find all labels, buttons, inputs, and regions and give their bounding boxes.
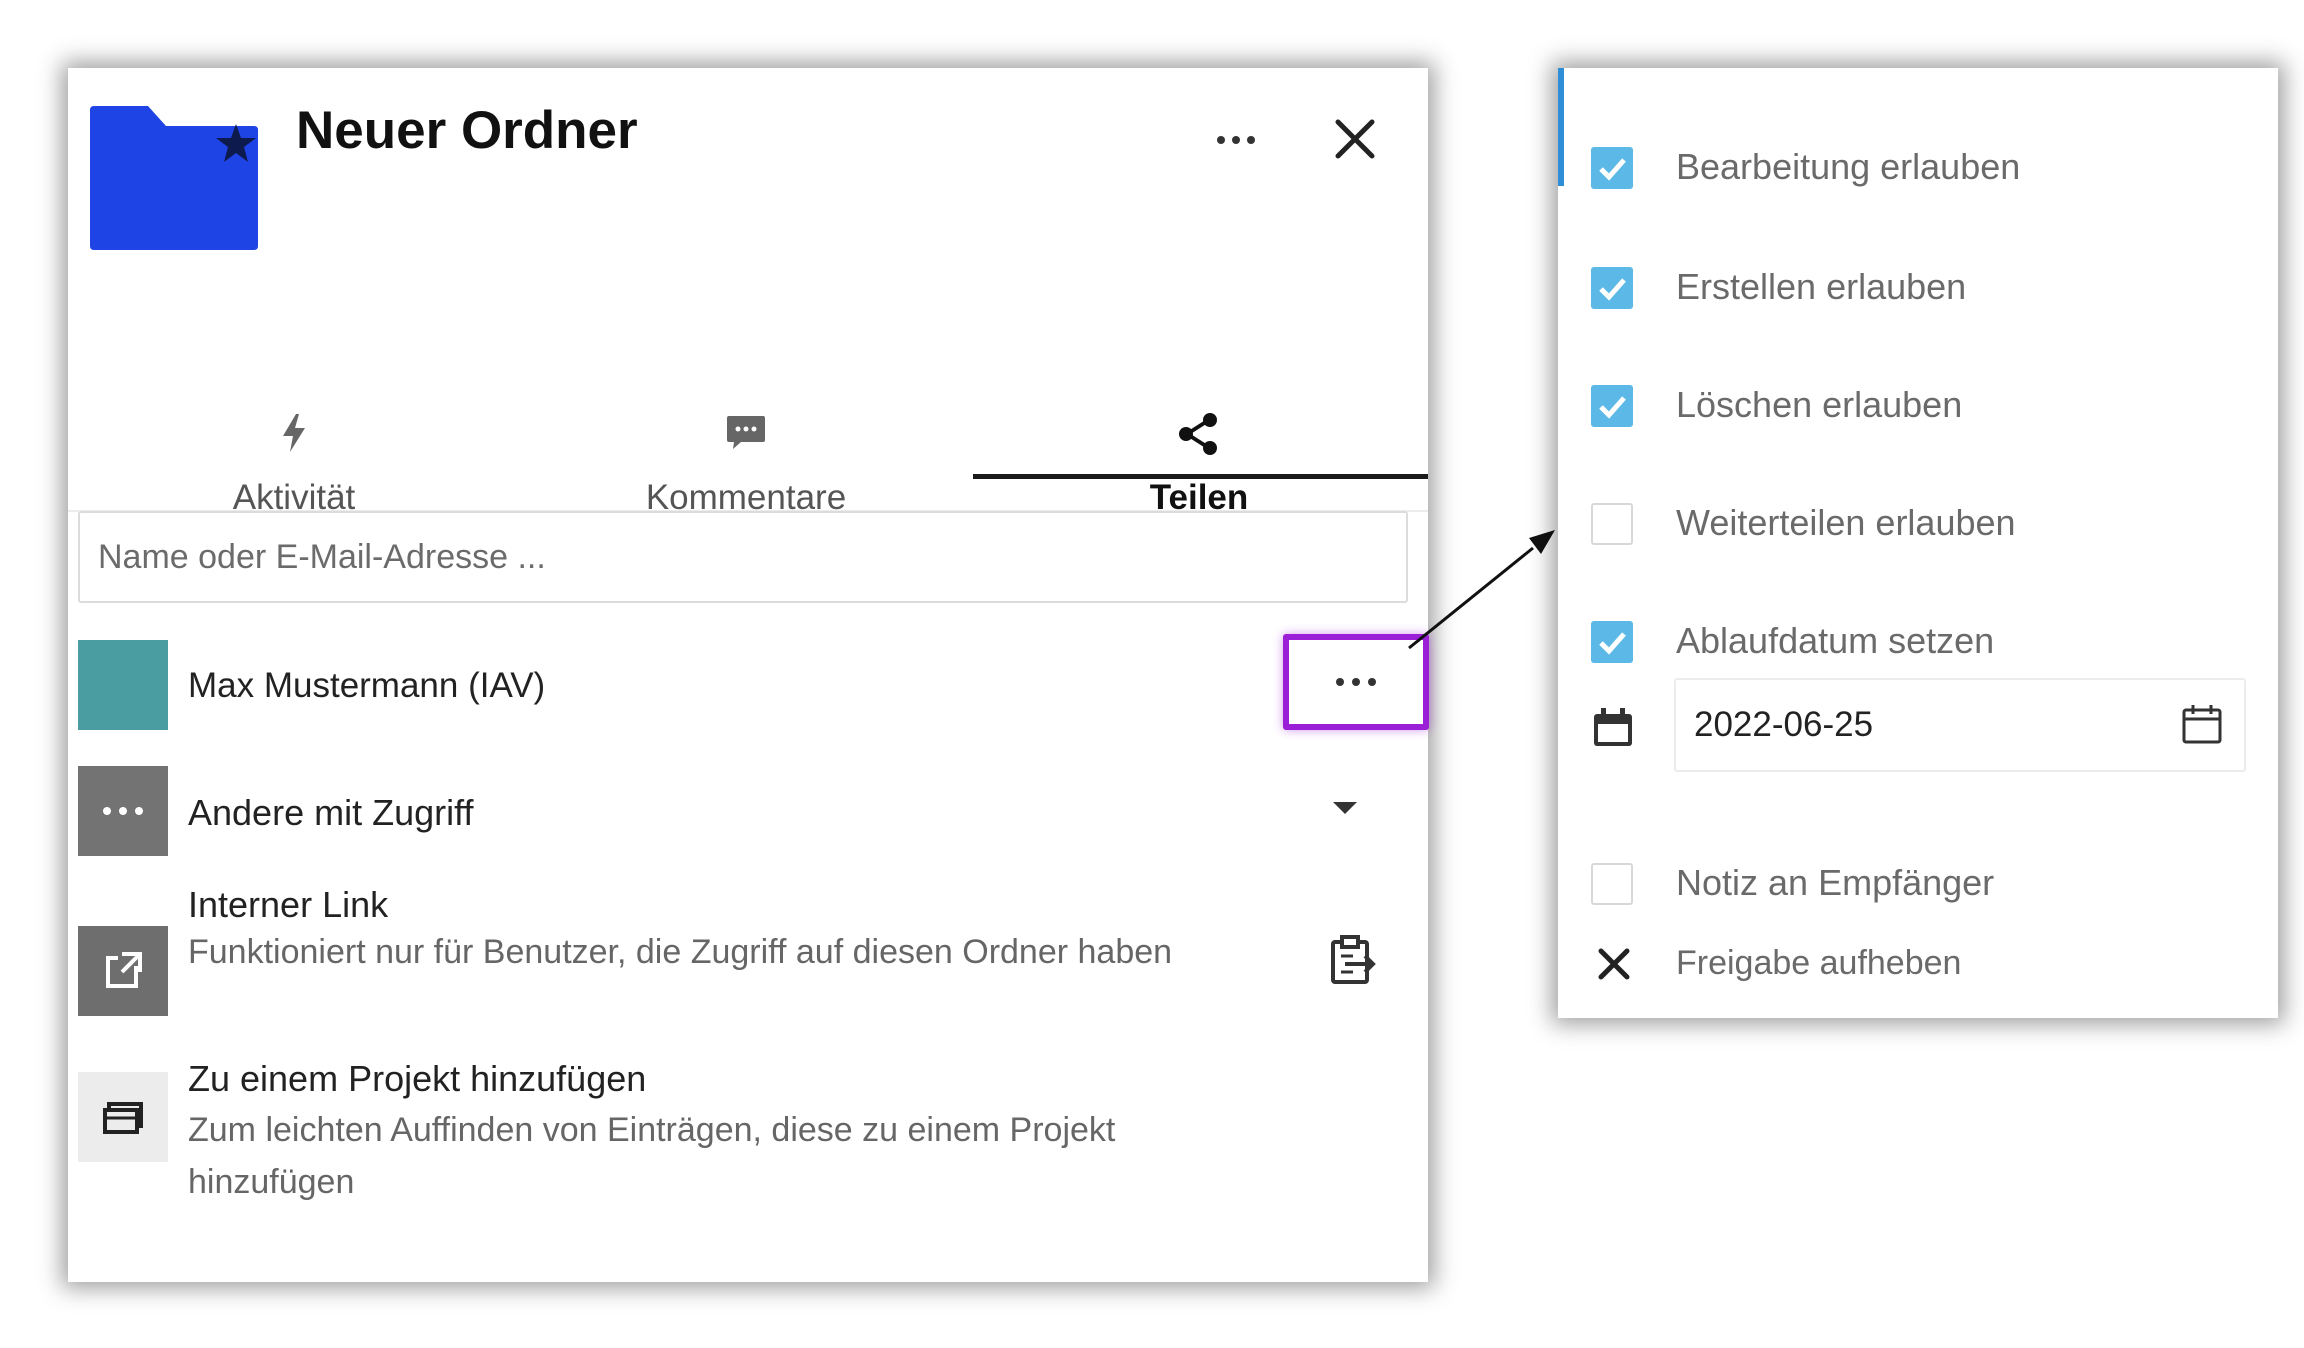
checkbox-unchecked[interactable] <box>1591 863 1633 905</box>
unshare-label: Freigabe aufheben <box>1676 944 1962 982</box>
dot <box>1352 678 1360 686</box>
dot <box>1232 136 1240 144</box>
more-actions-button[interactable] <box>1206 120 1266 160</box>
add-to-project-entry[interactable]: Zu einem Projekt hinzufügen Zum leichten… <box>78 1058 1408 1218</box>
others-with-access[interactable]: Andere mit Zugriff <box>78 766 1408 858</box>
menu-item-label: Bearbeitung erlauben <box>1676 146 2021 187</box>
comment-icon <box>727 416 765 449</box>
avatar <box>78 640 168 730</box>
internal-link-entry: Interner Link Funktioniert nur für Benut… <box>78 884 1408 1034</box>
menu-item-allow-delete[interactable]: Löschen erlauben <box>1558 368 2278 448</box>
menu-item-allow-reshare[interactable]: Weiterteilen erlauben <box>1558 486 2278 566</box>
callout-arrow <box>1408 530 1555 650</box>
unshare-button[interactable]: Freigabe aufheben <box>1558 928 2278 1008</box>
dot <box>1368 678 1376 686</box>
menu-item-set-expiry[interactable]: Ablaufdatum setzen <box>1558 604 2278 684</box>
tab-comments[interactable]: Kommentare <box>520 340 972 517</box>
share-options-menu: Bearbeitung erlauben Erstellen erlauben … <box>1558 68 2278 1018</box>
menu-item-allow-create[interactable]: Erstellen erlauben <box>1558 250 2278 330</box>
others-label: Andere mit Zugriff <box>188 792 474 833</box>
page-title: Neuer Ordner <box>296 101 638 160</box>
chevron-down-icon[interactable] <box>1333 802 1357 814</box>
active-tab-indicator <box>973 474 1428 479</box>
tab-share[interactable]: Teilen <box>973 340 1425 517</box>
dot <box>1247 136 1255 144</box>
calendar-icon <box>1594 708 1632 746</box>
checkbox-checked[interactable] <box>1591 621 1633 663</box>
more-icon <box>78 766 168 856</box>
tab-comments-label: Kommentare <box>645 478 847 517</box>
menu-item-label: Erstellen erlauben <box>1676 266 1967 307</box>
share-entry-user: Max Mustermann (IAV) <box>78 634 1429 732</box>
tab-share-label: Teilen <box>1149 478 1249 517</box>
close-icon[interactable] <box>1328 112 1382 166</box>
menu-item-allow-edit[interactable]: Bearbeitung erlauben <box>1558 130 2278 210</box>
menu-item-note[interactable]: Notiz an Empfänger <box>1558 846 2278 926</box>
calendar-picker-icon[interactable] <box>2180 702 2224 746</box>
sharing-sidebar: Neuer Ordner Aktivität Kommentare Teilen… <box>68 68 1429 1282</box>
close-icon <box>1598 948 1630 980</box>
internal-link-description: Funktioniert nur für Benutzer, die Zugri… <box>188 933 1173 971</box>
tab-activity[interactable]: Aktivität <box>68 340 520 517</box>
checkbox-checked[interactable] <box>1591 147 1633 189</box>
share-search-input[interactable] <box>78 511 1408 603</box>
project-description: Zum leichten Auffinden von Einträgen, di… <box>188 1111 1116 1201</box>
dot <box>1217 136 1225 144</box>
menu-item-label: Weiterteilen erlauben <box>1676 502 2016 543</box>
expiry-date-input[interactable]: 2022-06-25 <box>1674 678 2246 772</box>
folder-icon <box>90 106 258 250</box>
project-title: Zu einem Projekt hinzufügen <box>188 1058 647 1099</box>
clipboard-icon[interactable] <box>1325 934 1379 988</box>
menu-item-label: Notiz an Empfänger <box>1676 862 1995 903</box>
lightning-icon <box>283 414 305 452</box>
checkbox-checked[interactable] <box>1591 385 1633 427</box>
menu-item-label: Löschen erlauben <box>1676 384 1963 425</box>
external-link-icon <box>78 926 168 1016</box>
menu-item-label: Ablaufdatum setzen <box>1676 620 1995 661</box>
project-icon <box>78 1072 168 1162</box>
tab-activity-label: Aktivität <box>232 478 356 517</box>
share-user-name: Max Mustermann (IAV) <box>188 666 546 705</box>
dot <box>1336 678 1344 686</box>
tab-bar: Aktivität Kommentare Teilen <box>68 340 1428 517</box>
checkbox-unchecked[interactable] <box>1591 503 1633 545</box>
share-icon <box>1179 413 1217 455</box>
checkbox-checked[interactable] <box>1591 267 1633 309</box>
internal-link-title: Interner Link <box>188 884 389 925</box>
